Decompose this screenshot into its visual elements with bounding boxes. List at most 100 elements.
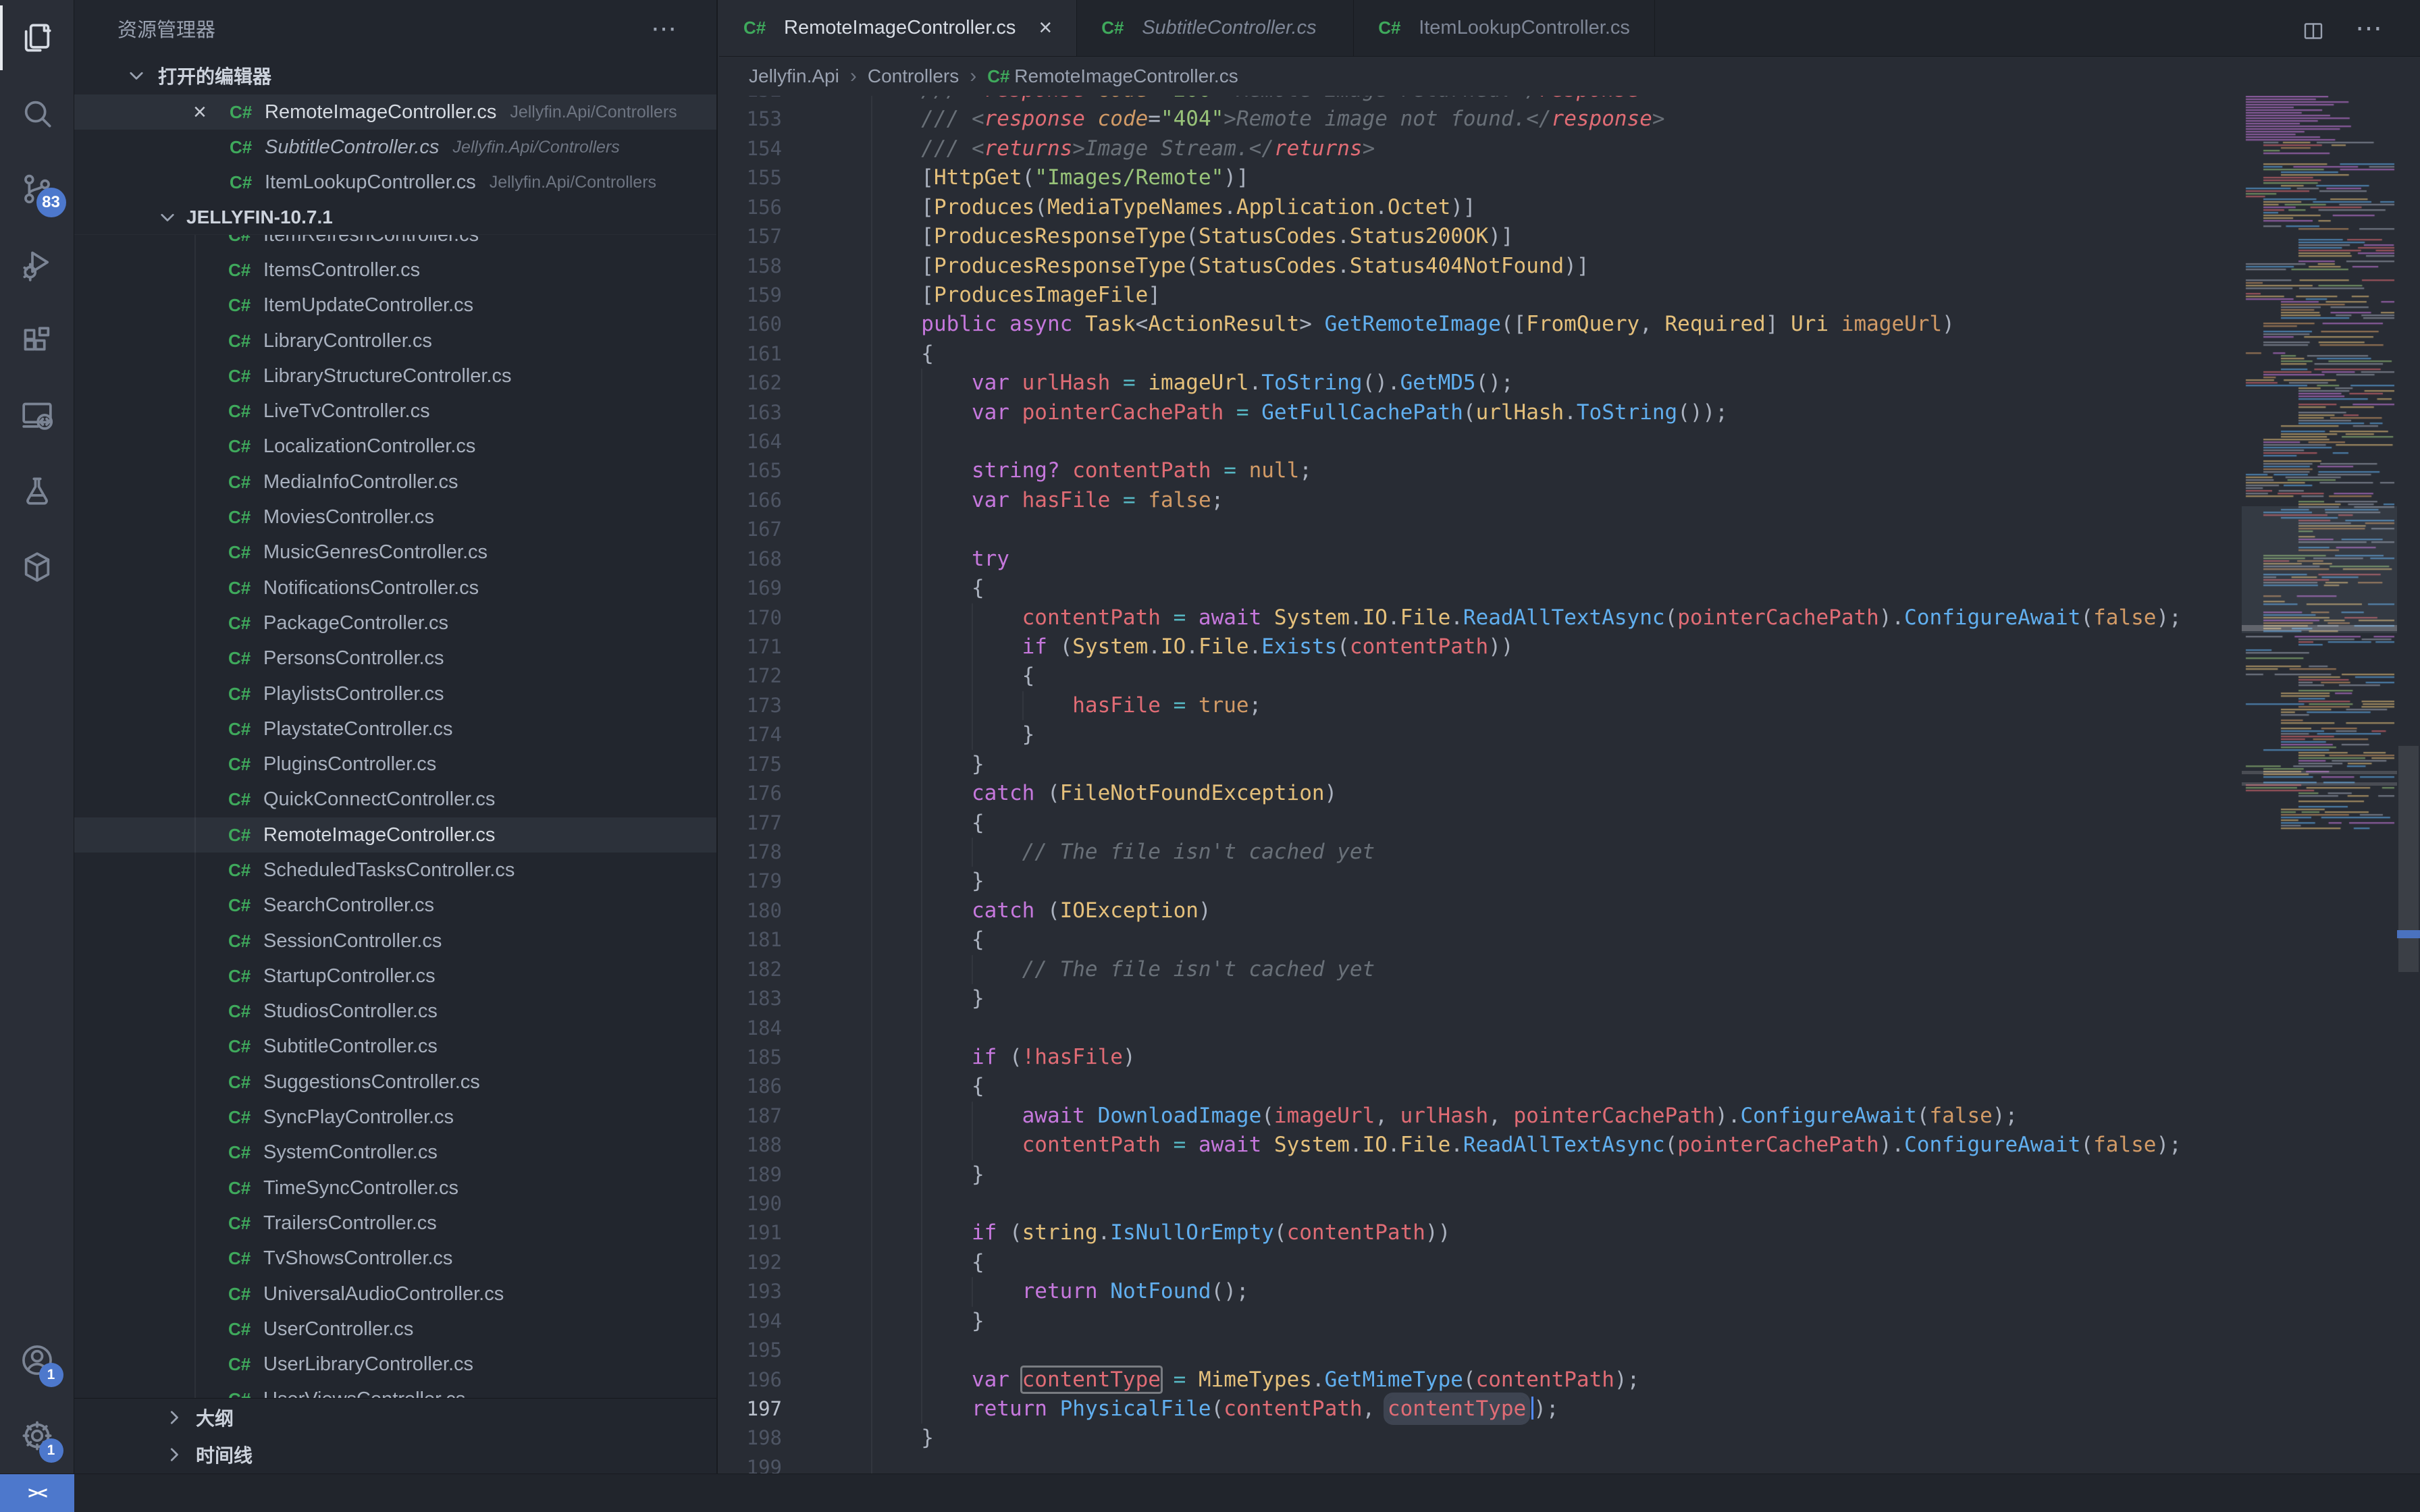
tree-item[interactable]: C#UserViewsController.cs [74, 1382, 716, 1398]
tree-item[interactable]: C#PluginsController.cs [74, 747, 716, 782]
line-number: 162 [719, 369, 782, 398]
more-actions-icon[interactable]: ⋯ [2355, 13, 2385, 44]
tab-close-icon[interactable]: × [1038, 15, 1052, 41]
tree-item[interactable]: C#LibraryController.cs [74, 323, 716, 358]
editor-scrollbar[interactable] [2397, 96, 2420, 1474]
token: imageUrl [1136, 371, 1249, 395]
code-line: 199 [719, 1453, 2242, 1474]
tree-item[interactable]: C#ItemUpdateController.cs [74, 288, 716, 323]
chevron-right-icon [162, 1442, 186, 1467]
tree-item[interactable]: C#LibraryStructureController.cs [74, 358, 716, 394]
tree-item[interactable]: C#TimeSyncController.cs [74, 1170, 716, 1206]
token: urlHash [1400, 1104, 1489, 1128]
tree-item[interactable]: C#MoviesController.cs [74, 500, 716, 535]
activity-item-source-control[interactable]: 83 [0, 151, 74, 227]
token: ( [1665, 605, 1678, 630]
timeline-header[interactable]: 时间线 [74, 1436, 716, 1474]
line-number: 171 [719, 632, 782, 662]
activity-item-package-explorer[interactable] [0, 529, 74, 605]
open-editors-header[interactable]: 打开的编辑器 [74, 57, 716, 94]
close-icon[interactable]: × [193, 101, 230, 124]
tree-item[interactable]: C#PersonsController.cs [74, 641, 716, 676]
activity-item-testing[interactable] [0, 454, 74, 529]
activity-item-accounts[interactable]: 1 [0, 1322, 74, 1398]
csharp-file-icon: C# [230, 137, 265, 158]
tree-item[interactable]: C#SearchController.cs [74, 888, 716, 923]
token: = [1174, 605, 1186, 630]
csharp-file-icon: C# [228, 235, 263, 246]
breadcrumb-item[interactable]: Jellyfin.Api [749, 65, 839, 87]
tree-item-label: SuggestionsController.cs [263, 1071, 480, 1094]
remote-indicator[interactable]: >< [0, 1474, 74, 1512]
token: // The file isn't cached yet [820, 840, 1375, 864]
outline-header[interactable]: 大纲 [74, 1398, 716, 1436]
sidebar-more-actions-icon[interactable]: ⋯ [651, 14, 679, 44]
tab-remoteimagecontroller-cs[interactable]: C#RemoteImageController.cs× [719, 0, 1077, 56]
tree-item[interactable]: C#ItemRefreshController.cs [74, 235, 716, 252]
minimap-viewport[interactable] [2242, 506, 2397, 633]
tree-item[interactable]: C#SuggestionsController.cs [74, 1064, 716, 1100]
tree-item[interactable]: C#UserController.cs [74, 1312, 716, 1347]
tree-item[interactable]: C#LiveTvController.cs [74, 394, 716, 429]
token: . [1148, 634, 1161, 659]
tab-itemlookupcontroller-cs[interactable]: C#ItemLookupController.cs [1354, 0, 1655, 56]
tree-item[interactable]: C#LocalizationController.cs [74, 429, 716, 464]
token: ( [1211, 1397, 1224, 1421]
minimap-highlight-band [2242, 782, 2397, 786]
token: response [984, 96, 1085, 102]
csharp-file-icon: C# [228, 1248, 263, 1269]
tree-item[interactable]: C#SystemController.cs [74, 1135, 716, 1170]
breadcrumb-item[interactable]: C#RemoteImageController.cs [987, 65, 1238, 87]
code-text: if (!hasFile) [820, 1043, 1136, 1072]
breadcrumb-item[interactable]: Controllers [868, 65, 959, 87]
activity-item-run-and-debug[interactable] [0, 227, 74, 302]
code-text: } [820, 1424, 934, 1453]
token: . [1098, 1220, 1111, 1245]
tree-item[interactable]: C#MusicGenresController.cs [74, 535, 716, 570]
activity-item-settings[interactable]: 1 [0, 1398, 74, 1474]
tree-item[interactable]: C#NotificationsController.cs [74, 570, 716, 605]
open-editor-item[interactable]: C#ItemLookupController.csJellyfin.Api/Co… [74, 165, 716, 200]
project-header[interactable]: JELLYFIN-10.7.1 [74, 200, 716, 235]
tree-item[interactable]: C#QuickConnectController.cs [74, 782, 716, 817]
tree-item[interactable]: C#MediaInfoController.cs [74, 464, 716, 500]
split-editor-icon[interactable] [2301, 16, 2325, 40]
tree-item[interactable]: C#PlaylistsController.cs [74, 676, 716, 711]
open-editor-item[interactable]: ×C#RemoteImageController.csJellyfin.Api/… [74, 94, 716, 130]
token: ( [2080, 605, 2093, 630]
tree-item[interactable]: C#UserLibraryController.cs [74, 1347, 716, 1382]
tree-item-label: TvShowsController.cs [263, 1247, 452, 1270]
open-editor-item[interactable]: C#SubtitleController.csJellyfin.Api/Cont… [74, 130, 716, 165]
tree-item[interactable]: C#StartupController.cs [74, 959, 716, 994]
tree-item[interactable]: C#SessionController.cs [74, 923, 716, 959]
tree-item[interactable]: C#ScheduledTasksController.cs [74, 853, 716, 888]
token: </ [1249, 136, 1274, 161]
tree-item[interactable]: C#PackageController.cs [74, 605, 716, 641]
tree-item[interactable]: C#ItemsController.cs [74, 252, 716, 288]
tab-subtitlecontroller-cs[interactable]: C#SubtitleController.cs [1077, 0, 1354, 56]
token: if [820, 634, 1047, 659]
minimap[interactable] [2242, 96, 2397, 1474]
activity-item-extensions[interactable] [0, 302, 74, 378]
token: StatusCodes [1199, 224, 1337, 248]
tree-item[interactable]: C#TrailersController.cs [74, 1206, 716, 1241]
tree-item[interactable]: C#PlaystateController.cs [74, 711, 716, 747]
token: NotFound [1110, 1279, 1211, 1303]
tree-item-label: PluginsController.cs [263, 753, 436, 776]
tree-item[interactable]: C#StudiosController.cs [74, 994, 716, 1029]
activity-item-remote-explorer[interactable] [0, 378, 74, 454]
token: ] [1766, 312, 1791, 336]
tree-item[interactable]: C#RemoteImageController.cs [74, 817, 716, 853]
activity-item-search[interactable] [0, 76, 74, 151]
csharp-file-icon: C# [228, 331, 263, 352]
tree-item[interactable]: C#SubtitleController.cs [74, 1029, 716, 1064]
tree-item[interactable]: C#UniversalAudioController.cs [74, 1276, 716, 1312]
activity-item-explorer[interactable] [0, 0, 74, 76]
tree-item[interactable]: C#TvShowsController.cs [74, 1241, 716, 1276]
editor[interactable]: 152 /// <response code="200">Remote imag… [719, 96, 2420, 1474]
token: DownloadImage [1098, 1104, 1262, 1128]
code-text: var urlHash = imageUrl.ToString().GetMD5… [820, 369, 1514, 398]
tree-item[interactable]: C#SyncPlayController.cs [74, 1100, 716, 1135]
token: ; [1299, 458, 1312, 483]
token [1098, 1279, 1111, 1303]
